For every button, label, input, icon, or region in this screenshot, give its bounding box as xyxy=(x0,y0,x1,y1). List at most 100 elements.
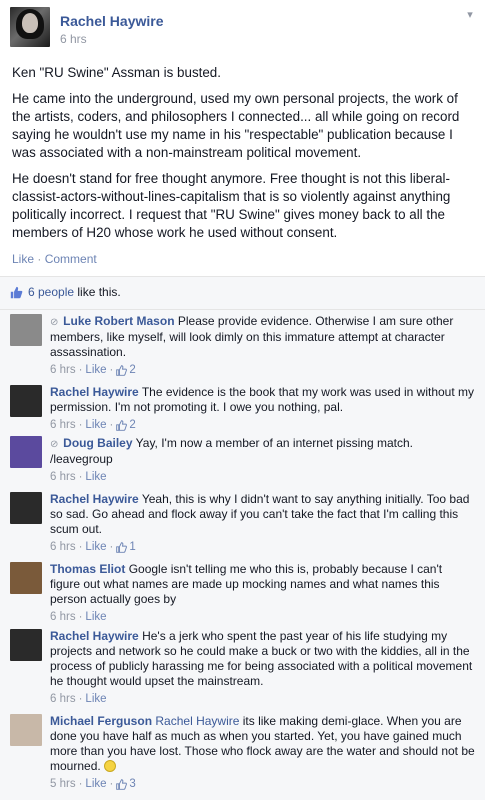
author-info: Rachel Haywire 6 hrs xyxy=(60,7,164,51)
comment-meta: 6 hrs · Like xyxy=(50,610,475,625)
action-separator: · xyxy=(37,252,42,266)
comment-like-link[interactable]: Like xyxy=(85,540,106,555)
comment-body: Michael Ferguson Rachel Haywire its like… xyxy=(50,714,475,792)
comment-item: Michael Ferguson Rachel Haywire its like… xyxy=(10,714,475,792)
meta-separator: · xyxy=(109,419,114,431)
comment-meta: 6 hrs · Like · 2 xyxy=(50,418,475,433)
comment-timestamp[interactable]: 6 hrs xyxy=(50,692,76,707)
thumbs-up-icon xyxy=(116,420,128,431)
comment-body: Thomas Eliot Google isn't telling me who… xyxy=(50,562,475,625)
comment-like-link[interactable]: Like xyxy=(85,418,106,433)
like-count-number: 3 xyxy=(129,778,136,790)
post-body: Ken "RU Swine" Assman is busted. He came… xyxy=(12,64,474,250)
comment-like-count[interactable]: 3 xyxy=(116,777,136,792)
comment-text-line: Rachel Haywire He's a jerk who spent the… xyxy=(50,629,475,689)
author-name[interactable]: Rachel Haywire xyxy=(60,13,164,29)
thumbs-up-icon xyxy=(116,365,128,376)
facebook-post: Rachel Haywire 6 hrs ▾ Ken "RU Swine" As… xyxy=(0,0,485,800)
comment-item: ⊘ Doug Bailey Yay, I'm now a member of a… xyxy=(10,436,475,485)
commenter-avatar[interactable] xyxy=(10,629,42,661)
comment-meta: 5 hrs · Like · 3 xyxy=(50,777,475,792)
thumbs-up-icon xyxy=(116,779,128,790)
comment-meta: 6 hrs · Like xyxy=(50,470,475,485)
commenter-name[interactable]: Rachel Haywire xyxy=(50,492,139,506)
comment-like-link[interactable]: Like xyxy=(85,610,106,625)
meta-separator: · xyxy=(78,364,83,376)
likes-suffix: like this. xyxy=(74,285,121,299)
comment-item: Rachel Haywire He's a jerk who spent the… xyxy=(10,629,475,707)
comment-text-line: Rachel Haywire The evidence is the book … xyxy=(50,385,475,415)
meta-separator: · xyxy=(109,778,114,790)
comment-timestamp[interactable]: 6 hrs xyxy=(50,470,76,485)
meta-separator: · xyxy=(78,693,83,705)
post-paragraph: Ken "RU Swine" Assman is busted. xyxy=(12,65,221,80)
commenter-name[interactable]: Michael Ferguson xyxy=(50,714,152,728)
thumbs-up-icon xyxy=(10,286,23,298)
commenter-name[interactable]: Thomas Eliot xyxy=(50,562,125,576)
comment-link[interactable]: Comment xyxy=(45,252,97,266)
comment-item: Rachel Haywire Yeah, this is why I didn'… xyxy=(10,492,475,555)
comment-like-link[interactable]: Like xyxy=(85,363,106,378)
post-timestamp[interactable]: 6 hrs xyxy=(60,32,164,46)
comments-section: 6 people like this. ⊘ Luke Robert Mason … xyxy=(0,277,485,800)
post-actions: Like · Comment xyxy=(12,252,97,266)
comment-like-link[interactable]: Like xyxy=(85,692,106,707)
like-count-number: 2 xyxy=(129,419,136,431)
verified-icon: ⊘ xyxy=(50,317,62,328)
comment-meta: 6 hrs · Like · 1 xyxy=(50,540,475,555)
comment-meta: 6 hrs · Like · 2 xyxy=(50,363,475,378)
comment-text-line: ⊘ Luke Robert Mason Please provide evide… xyxy=(50,314,475,360)
comment-item: ⊘ Luke Robert Mason Please provide evide… xyxy=(10,314,475,378)
comment-body: ⊘ Luke Robert Mason Please provide evide… xyxy=(50,314,475,378)
meta-separator: · xyxy=(78,611,83,623)
comment-body: Rachel Haywire The evidence is the book … xyxy=(50,385,475,433)
meta-separator: · xyxy=(109,364,114,376)
post-header: Rachel Haywire 6 hrs xyxy=(10,7,164,51)
post-paragraph: He doesn't stand for free thought anymor… xyxy=(12,171,451,240)
commenter-avatar[interactable] xyxy=(10,385,42,417)
comment-body: Rachel Haywire He's a jerk who spent the… xyxy=(50,629,475,707)
comment-like-count[interactable]: 2 xyxy=(116,363,136,378)
thumbs-up-icon xyxy=(116,542,128,553)
comment-like-count[interactable]: 1 xyxy=(116,540,136,555)
comment-like-count[interactable]: 2 xyxy=(116,418,136,433)
comment-text-line: Thomas Eliot Google isn't telling me who… xyxy=(50,562,475,607)
commenter-avatar[interactable] xyxy=(10,436,42,468)
post-paragraph: He came into the underground, used my ow… xyxy=(12,91,460,160)
comment-text-line: ⊘ Doug Bailey Yay, I'm now a member of a… xyxy=(50,436,475,467)
commenter-name[interactable]: Doug Bailey xyxy=(63,436,132,450)
like-link[interactable]: Like xyxy=(12,252,34,266)
comment-item: Rachel Haywire The evidence is the book … xyxy=(10,385,475,433)
comment-item: Thomas Eliot Google isn't telling me who… xyxy=(10,562,475,625)
comment-timestamp[interactable]: 6 hrs xyxy=(50,610,76,625)
comment-body: Rachel Haywire Yeah, this is why I didn'… xyxy=(50,492,475,555)
comment-text-line: Rachel Haywire Yeah, this is why I didn'… xyxy=(50,492,475,537)
meta-separator: · xyxy=(78,419,83,431)
commenter-avatar[interactable] xyxy=(10,562,42,594)
meta-separator: · xyxy=(78,778,83,790)
commenter-name[interactable]: Rachel Haywire xyxy=(50,385,139,399)
commenter-avatar[interactable] xyxy=(10,492,42,524)
meta-separator: · xyxy=(109,541,114,553)
comment-timestamp[interactable]: 5 hrs xyxy=(50,777,76,792)
commenter-avatar[interactable] xyxy=(10,714,42,746)
author-avatar[interactable] xyxy=(10,7,50,47)
comment-timestamp[interactable]: 6 hrs xyxy=(50,540,76,555)
divider xyxy=(0,309,485,310)
likes-count-link[interactable]: 6 people xyxy=(28,285,74,299)
comment-timestamp[interactable]: 6 hrs xyxy=(50,363,76,378)
chevron-down-icon[interactable]: ▾ xyxy=(463,8,477,22)
like-count-number: 2 xyxy=(129,364,136,376)
mention-link[interactable]: Rachel Haywire xyxy=(155,714,239,728)
commenter-name[interactable]: Rachel Haywire xyxy=(50,629,139,643)
commenter-avatar[interactable] xyxy=(10,314,42,346)
comment-timestamp[interactable]: 6 hrs xyxy=(50,418,76,433)
comment-like-link[interactable]: Like xyxy=(85,470,106,485)
like-count-number: 1 xyxy=(129,541,136,553)
comment-body: ⊘ Doug Bailey Yay, I'm now a member of a… xyxy=(50,436,475,485)
meta-separator: · xyxy=(78,471,83,483)
smiley-emoji-icon xyxy=(104,760,117,772)
comment-like-link[interactable]: Like xyxy=(85,777,106,792)
commenter-name[interactable]: Luke Robert Mason xyxy=(63,314,174,328)
likes-summary: 6 people like this. xyxy=(10,285,121,299)
